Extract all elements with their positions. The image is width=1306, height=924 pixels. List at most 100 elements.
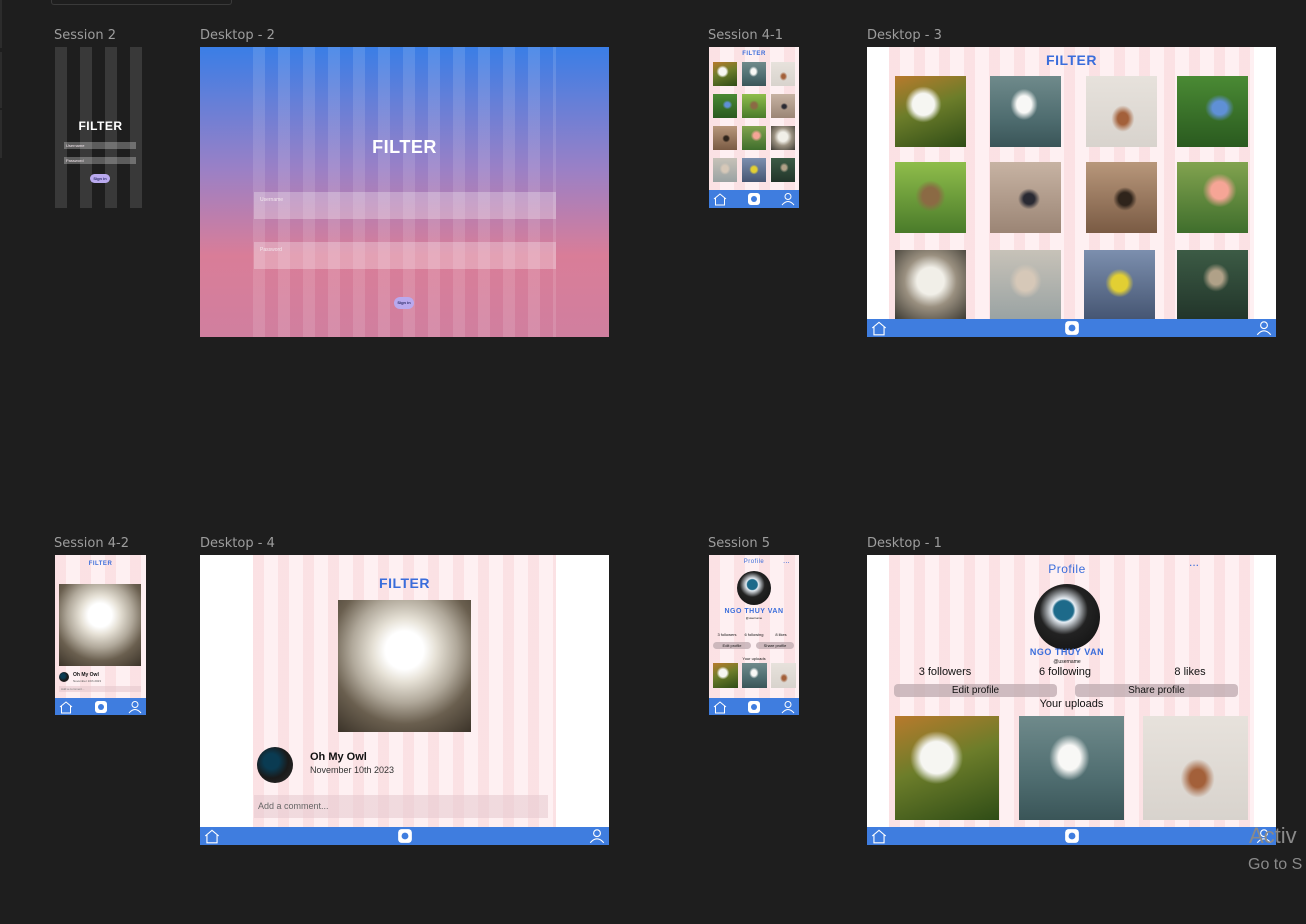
user-icon[interactable] [1255, 320, 1273, 336]
more-options-button[interactable]: ... [783, 556, 790, 565]
comment-input[interactable]: Add a comment... [254, 795, 548, 818]
followers-count[interactable]: 3 followers [900, 666, 990, 678]
photo-thumb[interactable] [1086, 162, 1157, 233]
home-icon[interactable] [870, 828, 888, 844]
following-count[interactable]: 6 following [1020, 666, 1110, 678]
frame-label-session42[interactable]: Session 4-2 [54, 537, 129, 551]
user-icon[interactable] [588, 828, 606, 844]
canvas-edge-line [0, 110, 2, 158]
camera-icon[interactable] [747, 700, 761, 714]
home-icon[interactable] [58, 700, 74, 714]
followers-count[interactable]: 3 followers [713, 632, 741, 637]
user-icon[interactable] [127, 700, 143, 714]
photo-thumb[interactable] [742, 126, 766, 150]
password-field[interactable]: Password [254, 242, 556, 269]
home-icon[interactable] [712, 192, 728, 206]
photo-thumb[interactable] [1084, 250, 1155, 319]
password-field[interactable]: Password [64, 157, 136, 164]
photo-thumb[interactable] [1177, 250, 1248, 319]
avatar[interactable] [257, 747, 293, 783]
photo-thumb[interactable] [771, 126, 795, 150]
post-photo[interactable] [59, 584, 141, 666]
edit-profile-button[interactable]: Edit profile [894, 684, 1057, 697]
upload-thumb[interactable] [895, 716, 999, 820]
bottom-nav [867, 319, 1276, 337]
username-field[interactable]: Username [254, 192, 556, 219]
username-field[interactable]: Username [64, 142, 136, 149]
frame-label-desktop2[interactable]: Desktop - 2 [200, 29, 275, 43]
brand-title: FILTER [1046, 52, 1097, 68]
frame-label-desktop4[interactable]: Desktop - 4 [200, 537, 275, 551]
following-count[interactable]: 6 following [740, 632, 768, 637]
camera-icon[interactable] [397, 828, 413, 844]
user-icon[interactable] [780, 192, 796, 206]
profile-name: NGO THUY VAN [1029, 647, 1105, 657]
home-icon[interactable] [203, 828, 221, 844]
photo-thumb[interactable] [771, 94, 795, 118]
profile-name: NGO THUY VAN [724, 608, 784, 615]
avatar[interactable] [737, 571, 771, 605]
share-profile-button[interactable]: Share profile [756, 642, 794, 649]
upload-thumb[interactable] [713, 663, 738, 688]
frame-label-session41[interactable]: Session 4-1 [708, 29, 783, 43]
post-title: Oh My Owl [73, 672, 99, 678]
uploads-heading: Your uploads [1039, 698, 1104, 710]
avatar[interactable] [59, 672, 69, 682]
likes-count: 8 likes [1174, 666, 1206, 678]
brand-title: FILTER [78, 119, 123, 133]
frame-session2[interactable]: FILTER Username Password Sign in [55, 47, 146, 208]
likes-count: 8 likes [775, 632, 787, 637]
photo-thumb[interactable] [990, 250, 1061, 319]
photo-thumb[interactable] [742, 158, 766, 182]
post-photo[interactable] [338, 600, 471, 732]
home-icon[interactable] [712, 700, 728, 714]
photo-thumb[interactable] [1177, 162, 1248, 233]
camera-icon[interactable] [94, 700, 108, 714]
photo-thumb[interactable] [713, 94, 737, 118]
photo-thumb[interactable] [895, 76, 966, 147]
upload-thumb[interactable] [771, 663, 796, 688]
frame-label-desktop3[interactable]: Desktop - 3 [867, 29, 942, 43]
brand-title: FILTER [379, 575, 430, 591]
avatar[interactable] [1034, 584, 1100, 650]
frame-session41[interactable]: FILTER [709, 47, 799, 208]
photo-thumb[interactable] [990, 162, 1061, 233]
home-icon[interactable] [870, 320, 888, 336]
comment-input[interactable]: Add a comment... [59, 686, 141, 692]
photo-thumb[interactable] [1086, 76, 1157, 147]
frame-session5[interactable]: Profile ... NGO THUY VAN @username 3 fol… [709, 555, 799, 715]
photo-thumb[interactable] [895, 162, 966, 233]
camera-icon[interactable] [747, 192, 761, 206]
signin-button[interactable]: Sign in [90, 174, 110, 183]
frame-desktop2[interactable]: FILTER Username Password Sign in [200, 47, 609, 337]
photo-thumb[interactable] [742, 62, 766, 86]
user-icon[interactable] [780, 700, 796, 714]
share-profile-button[interactable]: Share profile [1075, 684, 1238, 697]
edit-profile-button[interactable]: Edit profile [713, 642, 751, 649]
frame-label-desktop1[interactable]: Desktop - 1 [867, 537, 942, 551]
upload-thumb[interactable] [1019, 716, 1124, 820]
photo-thumb[interactable] [895, 250, 966, 319]
upload-thumb[interactable] [742, 663, 767, 688]
frame-desktop3[interactable]: FILTER [867, 47, 1276, 337]
frame-desktop1[interactable]: Profile ... NGO THUY VAN @username 3 fol… [867, 555, 1276, 845]
photo-thumb[interactable] [771, 62, 795, 86]
frame-desktop4[interactable]: FILTER Oh My Owl November 10th 2023 Add … [200, 555, 609, 845]
frame-session42[interactable]: FILTER Oh My Owl November 10th 2023 Add … [55, 555, 146, 715]
photo-thumb[interactable] [1177, 76, 1248, 147]
frame-label-session2[interactable]: Session 2 [54, 29, 116, 43]
photo-thumb[interactable] [713, 158, 737, 182]
photo-thumb[interactable] [990, 76, 1061, 147]
camera-icon[interactable] [1064, 828, 1080, 844]
canvas-edge-line [0, 0, 2, 48]
page-title: Profile [1048, 562, 1086, 576]
camera-icon[interactable] [1064, 320, 1080, 336]
photo-thumb[interactable] [771, 158, 795, 182]
photo-thumb[interactable] [713, 126, 737, 150]
signin-button[interactable]: Sign in [394, 297, 414, 309]
upload-thumb[interactable] [1143, 716, 1248, 820]
frame-label-session5[interactable]: Session 5 [708, 537, 770, 551]
more-options-button[interactable]: ... [1189, 555, 1199, 569]
photo-thumb[interactable] [713, 62, 737, 86]
photo-thumb[interactable] [742, 94, 766, 118]
